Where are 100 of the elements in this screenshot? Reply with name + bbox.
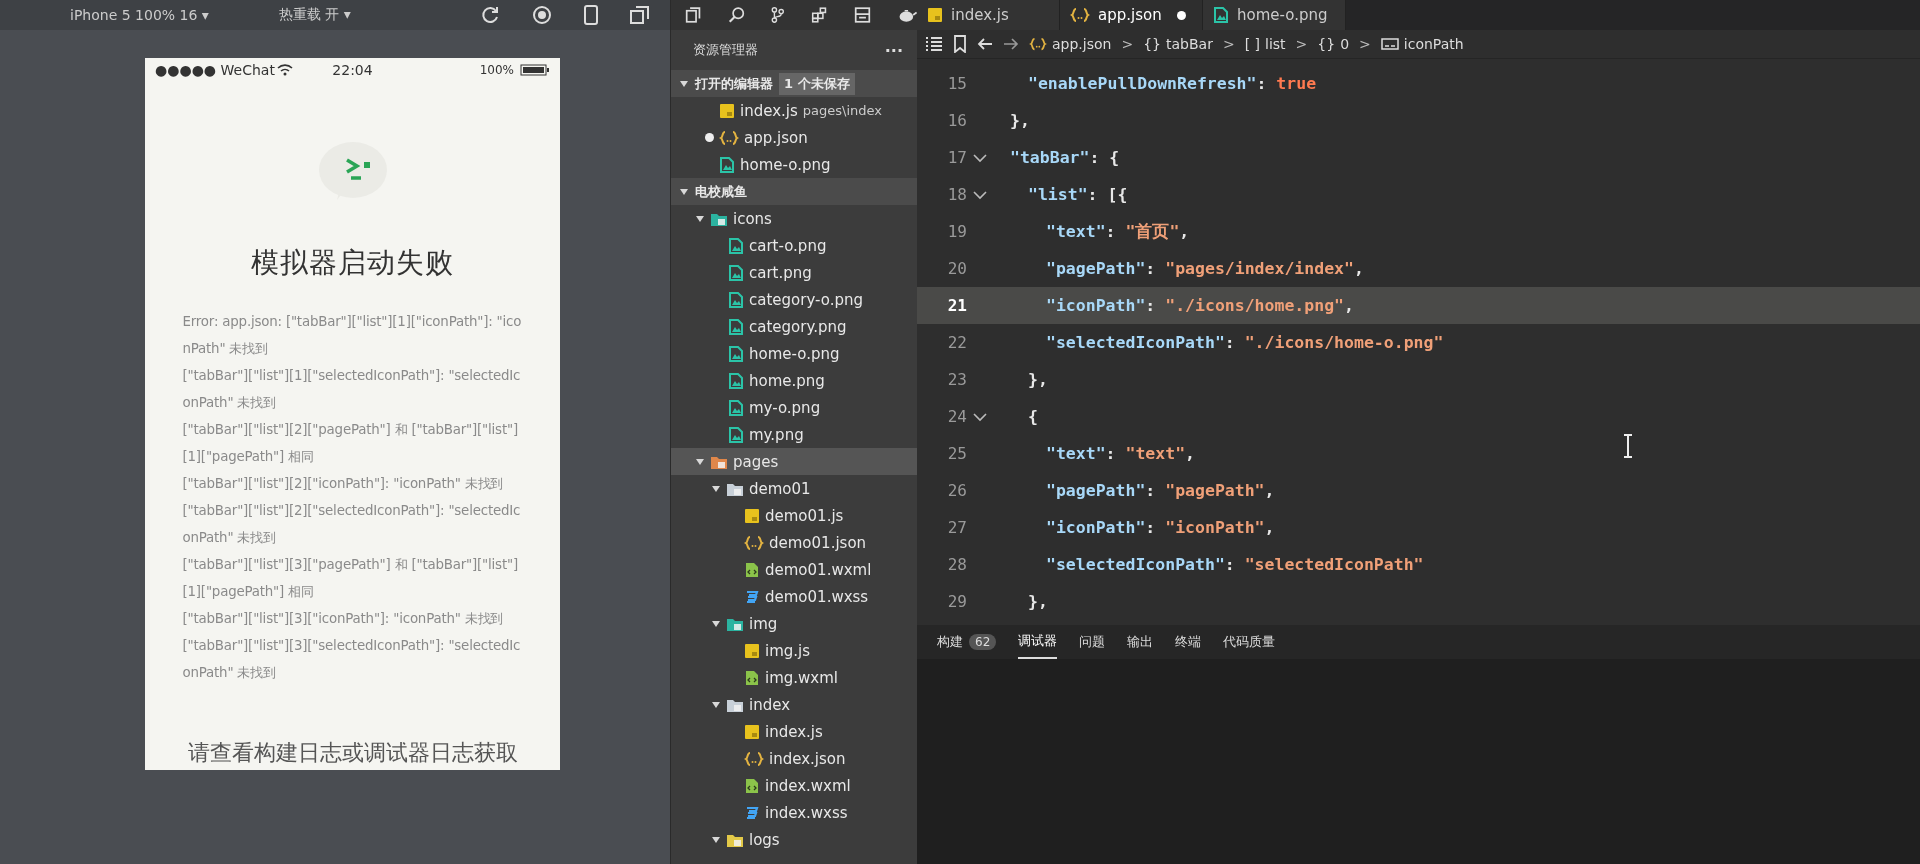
folder-item[interactable]: demo01 [671, 475, 917, 502]
file-item[interactable]: img.wxml [671, 664, 917, 691]
code-text: "text": "首页", [1046, 220, 1190, 243]
panel-tab[interactable]: 调试器 [1018, 625, 1058, 659]
panel-tab[interactable]: 问题 [1079, 625, 1106, 659]
line-number: 17 [946, 148, 967, 167]
extensions-icon[interactable] [810, 5, 828, 25]
list-icon[interactable] [925, 36, 943, 52]
phone-icon[interactable] [584, 5, 598, 25]
line-number: 20 [946, 259, 967, 278]
open-editor-item[interactable]: home-o.png [671, 151, 917, 178]
more-menu[interactable]: ··· [884, 40, 903, 60]
file-item[interactable]: cart.png [671, 259, 917, 286]
wifi-icon [276, 64, 293, 76]
count-badge: 62 [969, 634, 997, 650]
folder-item[interactable]: pages [671, 448, 917, 475]
back-arrow-icon[interactable] [977, 37, 993, 51]
branch-icon[interactable] [771, 5, 785, 25]
line-number: 21 [946, 296, 967, 315]
line-number: 29 [946, 592, 967, 611]
panel-tab[interactable]: 构建 62 [937, 625, 997, 659]
line-number: 15 [946, 74, 967, 93]
windows-icon[interactable] [630, 5, 650, 25]
storage-icon[interactable] [853, 5, 871, 25]
battery-percent: 100% [479, 63, 514, 77]
line-number: 16 [946, 111, 967, 130]
bookmark-icon[interactable] [953, 35, 967, 53]
folder-item[interactable]: icons [671, 205, 917, 232]
section-header[interactable]: 电校咸鱼 [671, 178, 917, 205]
section-header[interactable]: 打开的编辑器 1 个未保存 [671, 70, 917, 97]
breadcrumb-label: list [1265, 36, 1286, 52]
record-icon[interactable] [532, 5, 552, 25]
line-number: 25 [946, 444, 967, 463]
open-editor-item[interactable]: index.js pages\index [671, 97, 917, 124]
panel-tab[interactable]: 终端 [1175, 625, 1202, 659]
code-text: "iconPath": "./icons/home.png", [1046, 296, 1354, 315]
line-number: 18 [946, 185, 967, 204]
file-name: demo01.wxml [765, 560, 872, 579]
file-name: img.wxml [765, 668, 838, 687]
file-item[interactable]: demo01.json [671, 529, 917, 556]
file-item[interactable]: demo01.wxss [671, 583, 917, 610]
image-file-icon [728, 372, 744, 389]
braces-icon [719, 129, 739, 146]
file-name: demo01.json [769, 533, 867, 552]
code-text: "text": "text", [1046, 444, 1196, 463]
file-item[interactable]: my-o.png [671, 394, 917, 421]
file-item[interactable]: category.png [671, 313, 917, 340]
breadcrumb-item[interactable]: {} tabBar [1143, 36, 1213, 52]
code-file-icon [744, 561, 760, 578]
device-selector[interactable]: iPhone 5 100% 16 ▾ [70, 7, 209, 23]
folder-item[interactable]: index [671, 691, 917, 718]
open-editor-item[interactable]: app.json [671, 124, 917, 151]
file-item[interactable]: index.wxml [671, 772, 917, 799]
file-name: home-o.png [749, 344, 840, 363]
file-item[interactable]: demo01.wxml [671, 556, 917, 583]
file-item[interactable]: img.js [671, 637, 917, 664]
folder-item[interactable]: img [671, 610, 917, 637]
file-item[interactable]: my.png [671, 421, 917, 448]
breadcrumb-item[interactable]: iconPath [1380, 36, 1464, 52]
forward-arrow-icon[interactable] [1003, 37, 1019, 51]
editor-tab[interactable]: app.json [1060, 0, 1203, 30]
folder-name: logs [749, 830, 780, 849]
stylesheet-icon [744, 804, 760, 821]
js-file-icon [744, 642, 760, 659]
js-file-icon [927, 7, 943, 23]
file-name: index.wxss [765, 803, 848, 822]
file-item[interactable]: home.png [671, 367, 917, 394]
breadcrumb-item[interactable]: {} 0 [1317, 36, 1350, 52]
editor-tab[interactable]: index.js [917, 0, 1060, 30]
file-item[interactable]: index.js [671, 718, 917, 745]
file-name: category-o.png [749, 290, 863, 309]
error-message: ["tabBar"]["list"][3]["selectedIconPath"]: "selectedIconPath" 未找到 [182, 637, 522, 682]
files-icon[interactable] [685, 5, 702, 25]
file-name: index.wxml [765, 776, 851, 795]
file-item[interactable]: index.wxss [671, 799, 917, 826]
file-item[interactable]: demo01.js [671, 502, 917, 529]
panel-tab[interactable]: 输出 [1127, 625, 1154, 659]
breadcrumb-item[interactable]: app.json [1029, 36, 1112, 52]
file-item[interactable]: category-o.png [671, 286, 917, 313]
file-item[interactable]: home-o.png [671, 340, 917, 367]
error-message: ["tabBar"]["list"][3]["pagePath"] 和 ["tabBar"]["list"][1]["pagePath"] 相同 [182, 556, 519, 601]
search-icon[interactable] [728, 5, 745, 25]
image-file-icon [728, 237, 744, 254]
panel-tab[interactable]: 代码质量 [1223, 625, 1276, 659]
code-text: "selectedIconPath": "selectedIconPath" [1046, 555, 1424, 574]
line-number: 27 [946, 518, 967, 537]
editor-tab[interactable]: home-o.png [1203, 0, 1346, 30]
error-message: ["tabBar"]["list"][2]["pagePath"] 和 ["tabBar"]["list"][1]["pagePath"] 相同 [182, 421, 519, 466]
stylesheet-icon [744, 588, 760, 605]
file-name: index.json [769, 749, 846, 768]
code-text: "enablePullDownRefresh": true [1028, 74, 1317, 93]
breadcrumb-item[interactable]: [ ] list [1244, 36, 1286, 52]
line-number: 22 [946, 333, 967, 352]
hot-reload-toggle[interactable]: 热重载 开 ▾ [278, 6, 351, 24]
file-name: index.js [765, 722, 823, 741]
file-item[interactable]: index.json [671, 745, 917, 772]
folder-item[interactable]: logs [671, 826, 917, 853]
file-name: img.js [765, 641, 811, 660]
refresh-icon[interactable] [480, 5, 500, 25]
file-item[interactable]: cart-o.png [671, 232, 917, 259]
